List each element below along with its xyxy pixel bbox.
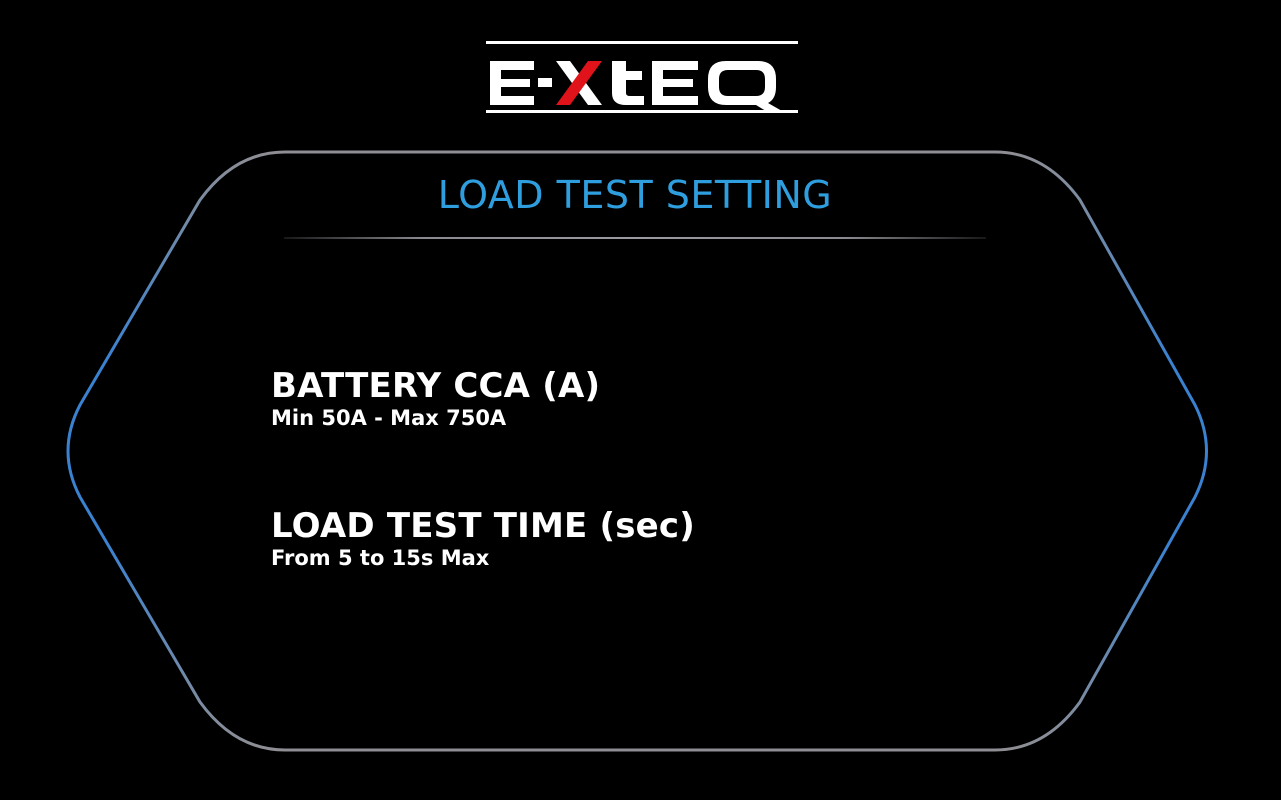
title-divider: [284, 237, 986, 239]
exteq-logo: [486, 41, 798, 115]
load-test-time-setting[interactable]: LOAD TEST TIME (sec) From 5 to 15s Max: [271, 507, 695, 571]
load-test-time-range: From 5 to 15s Max: [271, 546, 490, 570]
battery-cca-label: BATTERY CCA (A): [271, 366, 601, 406]
load-test-time-label: LOAD TEST TIME (sec): [271, 506, 696, 546]
screen-frame: [66, 150, 1208, 752]
screen-title: LOAD TEST SETTING: [437, 173, 833, 217]
battery-cca-range: Min 50A - Max 750A: [271, 406, 507, 430]
battery-cca-setting[interactable]: BATTERY CCA (A) Min 50A - Max 750A: [271, 367, 600, 431]
